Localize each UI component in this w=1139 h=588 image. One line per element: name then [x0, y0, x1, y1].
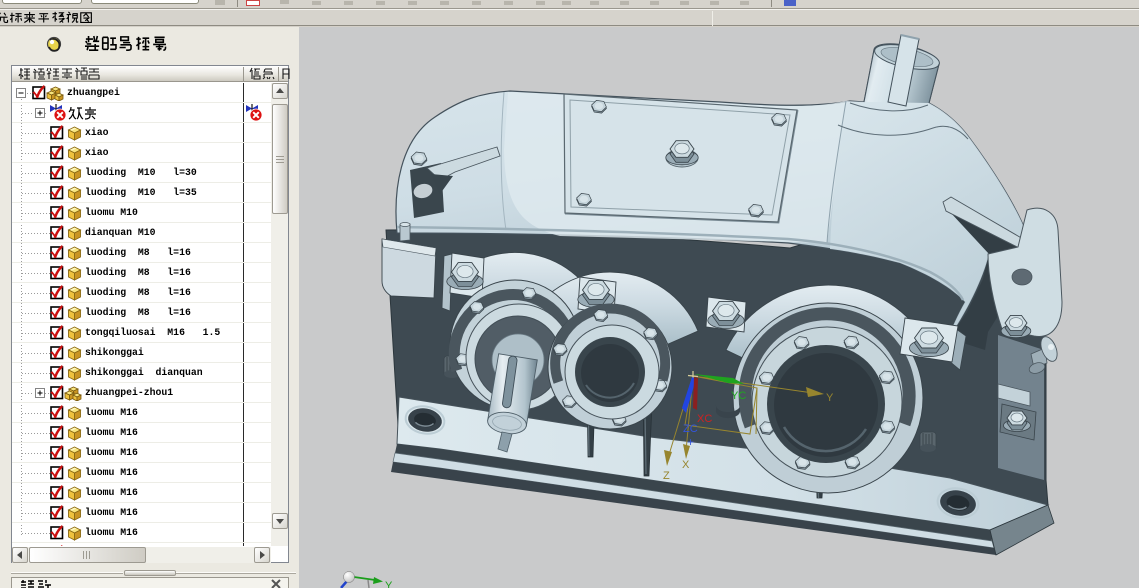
svg-text:ZC: ZC [683, 423, 698, 435]
svg-text:Y: Y [385, 580, 393, 588]
svg-text:Y: Y [826, 392, 834, 404]
svg-text:XC: XC [697, 413, 712, 425]
svg-text:Z: Z [663, 470, 670, 482]
svg-text:+: + [687, 435, 694, 449]
svg-text:YC: YC [731, 390, 746, 402]
svg-text:X: X [682, 459, 690, 471]
